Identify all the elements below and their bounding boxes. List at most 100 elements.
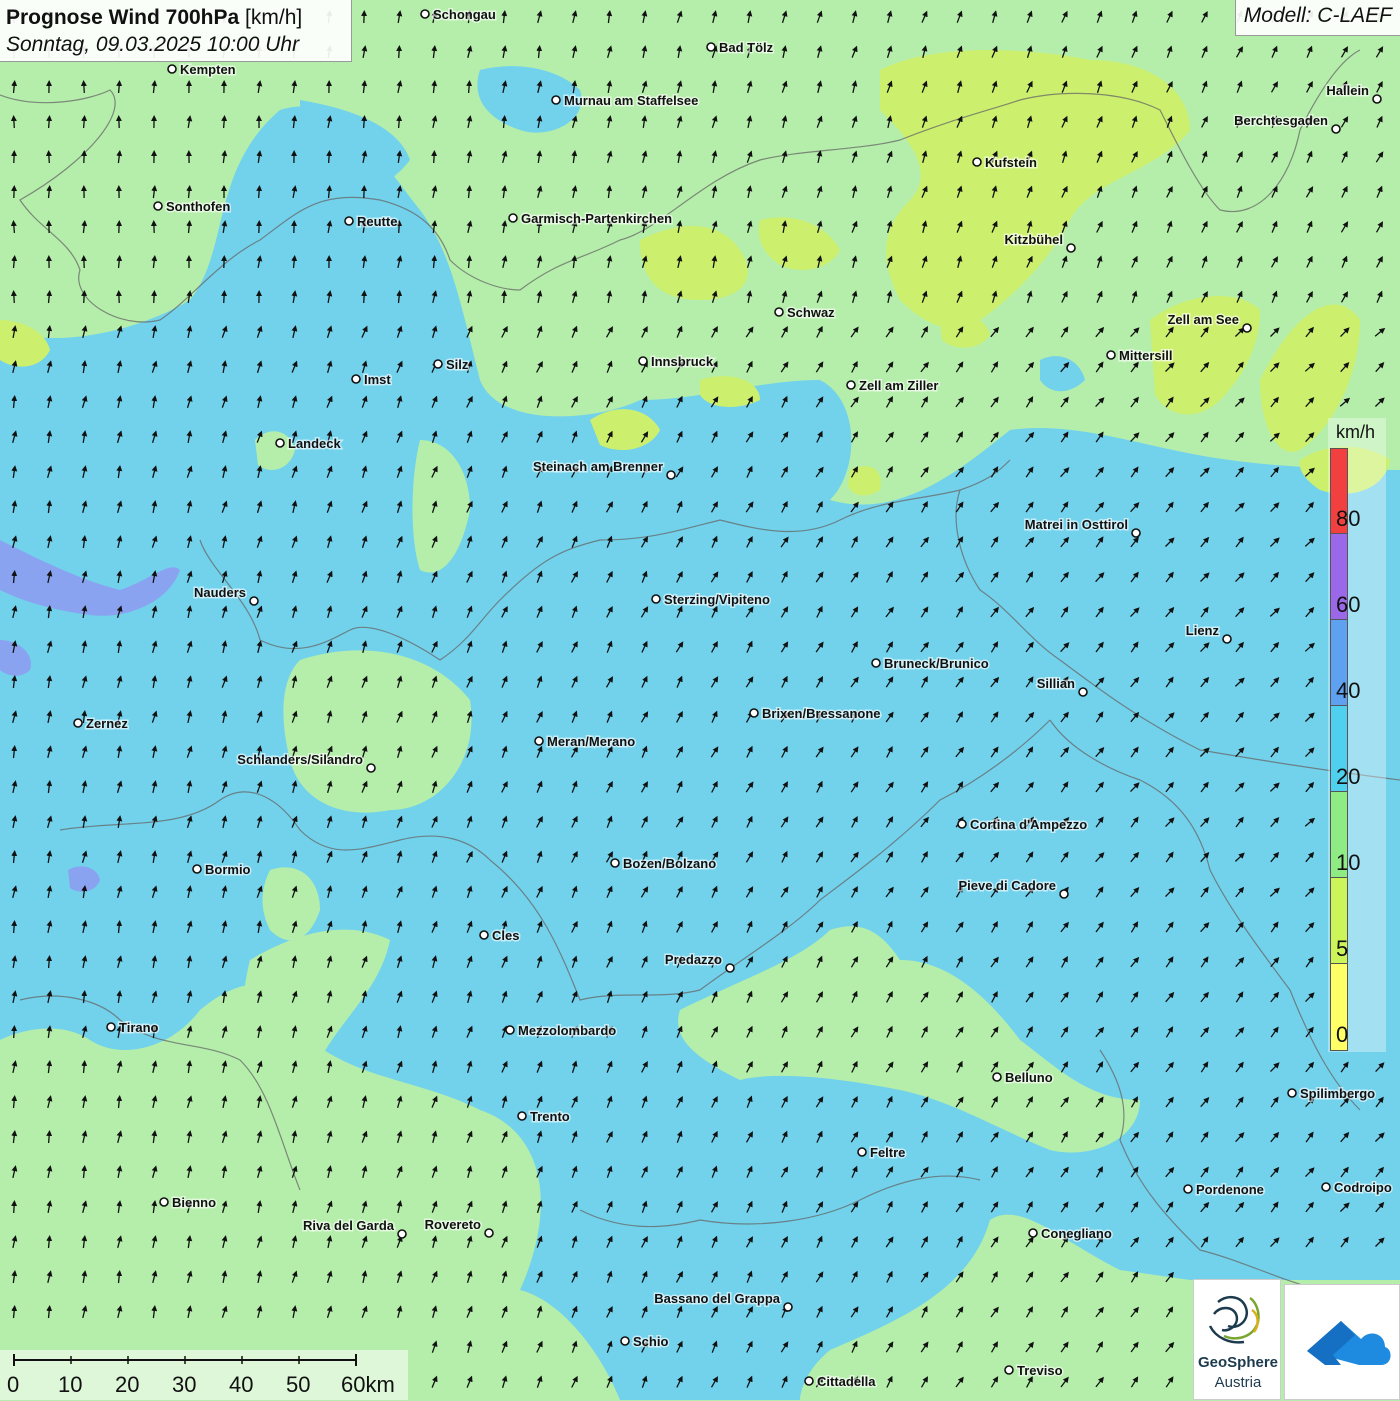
scale-label-20: 20 <box>115 1372 139 1398</box>
geosphere-logo[interactable]: GeoSphere Austria <box>1193 1279 1281 1400</box>
city-label: Codroipo <box>1334 1180 1392 1195</box>
legend-tick-60: 60 <box>1336 592 1360 618</box>
city-marker[interactable] <box>726 964 734 972</box>
legend-tick-40: 40 <box>1336 678 1360 704</box>
city-marker[interactable] <box>1288 1089 1296 1097</box>
geosphere-name: GeoSphere <box>1194 1354 1282 1371</box>
city-label: Matrei in Osttirol <box>1025 517 1128 532</box>
city-marker[interactable] <box>973 158 981 166</box>
city-label: Landeck <box>288 436 342 451</box>
scale-bar: 0 10 20 30 40 50 60km <box>0 1350 408 1400</box>
city-label: Zell am See <box>1167 312 1239 327</box>
city-label: Garmisch-Partenkirchen <box>521 211 672 226</box>
city-marker[interactable] <box>193 865 201 873</box>
city-marker[interactable] <box>398 1230 406 1238</box>
city-label: Trento <box>530 1109 570 1124</box>
city-marker[interactable] <box>1079 688 1087 696</box>
wind-arrow <box>14 1203 15 1213</box>
geosphere-sub: Austria <box>1194 1374 1282 1391</box>
city-label: Zernez <box>86 716 128 731</box>
city-marker[interactable] <box>805 1377 813 1385</box>
city-marker[interactable] <box>518 1112 526 1120</box>
city-marker[interactable] <box>1223 635 1231 643</box>
city-marker[interactable] <box>352 375 360 383</box>
city-marker[interactable] <box>993 1073 1001 1081</box>
scale-label-40: 40 <box>229 1372 253 1398</box>
city-marker[interactable] <box>858 1148 866 1156</box>
city-marker[interactable] <box>434 360 442 368</box>
geosphere-swirl-icon <box>1194 1284 1282 1354</box>
scale-label-0: 0 <box>7 1372 19 1398</box>
city-marker[interactable] <box>160 1198 168 1206</box>
city-label: Sterzing/Vipiteno <box>664 592 770 607</box>
city-marker[interactable] <box>480 931 488 939</box>
city-marker[interactable] <box>1005 1366 1013 1374</box>
city-marker[interactable] <box>1132 529 1140 537</box>
city-label: Zell am Ziller <box>859 378 938 393</box>
wind-arrow <box>364 118 365 128</box>
city-marker[interactable] <box>345 217 353 225</box>
scale-label-50: 50 <box>286 1372 310 1398</box>
city-marker[interactable] <box>509 214 517 222</box>
city-marker[interactable] <box>847 381 855 389</box>
city-label: Mittersill <box>1119 348 1172 363</box>
city-marker[interactable] <box>1067 244 1075 252</box>
city-label: Predazzo <box>665 952 722 967</box>
city-marker[interactable] <box>784 1303 792 1311</box>
city-marker[interactable] <box>750 709 758 717</box>
city-marker[interactable] <box>421 10 429 18</box>
wind-arrow <box>434 153 435 163</box>
city-marker[interactable] <box>621 1337 629 1345</box>
city-marker[interactable] <box>667 471 675 479</box>
map-unit: [km/h] <box>239 6 302 29</box>
wind-arrow <box>49 1133 50 1143</box>
city-marker[interactable] <box>1107 351 1115 359</box>
legend: km/h 0 5 10 20 40 60 80 <box>1328 418 1386 1052</box>
blue-cloud-roof-icon <box>1285 1285 1400 1401</box>
city-marker[interactable] <box>552 96 560 104</box>
city-marker[interactable] <box>276 439 284 447</box>
city-marker[interactable] <box>107 1023 115 1031</box>
city-marker[interactable] <box>1373 95 1381 103</box>
city-marker[interactable] <box>639 357 647 365</box>
city-marker[interactable] <box>1029 1229 1037 1237</box>
city-marker[interactable] <box>775 308 783 316</box>
city-marker[interactable] <box>1243 324 1251 332</box>
city-marker[interactable] <box>611 859 619 867</box>
city-marker[interactable] <box>1060 890 1068 898</box>
title-line: Prognose Wind 700hPa [km/h] <box>6 4 345 31</box>
city-marker[interactable] <box>652 595 660 603</box>
partner-logo[interactable] <box>1284 1284 1400 1400</box>
city-label: Brixen/Bressanone <box>762 706 881 721</box>
city-marker[interactable] <box>154 202 162 210</box>
city-label: Berchtesgaden <box>1234 113 1328 128</box>
scale-bar-line <box>0 1350 408 1374</box>
wind-arrow <box>84 83 85 93</box>
city-label: Pieve di Cadore <box>958 878 1056 893</box>
city-label: Riva del Garda <box>303 1218 395 1233</box>
city-marker[interactable] <box>168 65 176 73</box>
city-label: Schwaz <box>787 305 835 320</box>
city-marker[interactable] <box>707 43 715 51</box>
wind-arrow <box>49 153 50 163</box>
city-marker[interactable] <box>250 597 258 605</box>
wind-arrow <box>14 223 15 233</box>
city-marker[interactable] <box>1332 125 1340 133</box>
city-marker[interactable] <box>485 1229 493 1237</box>
city-marker[interactable] <box>1184 1185 1192 1193</box>
city-marker[interactable] <box>506 1026 514 1034</box>
city-marker[interactable] <box>74 719 82 727</box>
legend-tick-80: 80 <box>1336 506 1360 532</box>
scale-label-60km: 60km <box>341 1372 395 1398</box>
zone-calm-10 <box>848 466 881 495</box>
city-marker[interactable] <box>872 659 880 667</box>
city-label: Pordenone <box>1196 1182 1264 1197</box>
wind-map[interactable]: SchongauBad TölzKemptenMurnau am Staffel… <box>0 0 1400 1400</box>
city-marker[interactable] <box>535 737 543 745</box>
map-title: Prognose Wind 700hPa <box>6 6 239 29</box>
wind-arrow <box>49 958 50 968</box>
city-label: Murnau am Staffelsee <box>564 93 698 108</box>
city-marker[interactable] <box>958 820 966 828</box>
city-marker[interactable] <box>367 764 375 772</box>
city-marker[interactable] <box>1322 1183 1330 1191</box>
